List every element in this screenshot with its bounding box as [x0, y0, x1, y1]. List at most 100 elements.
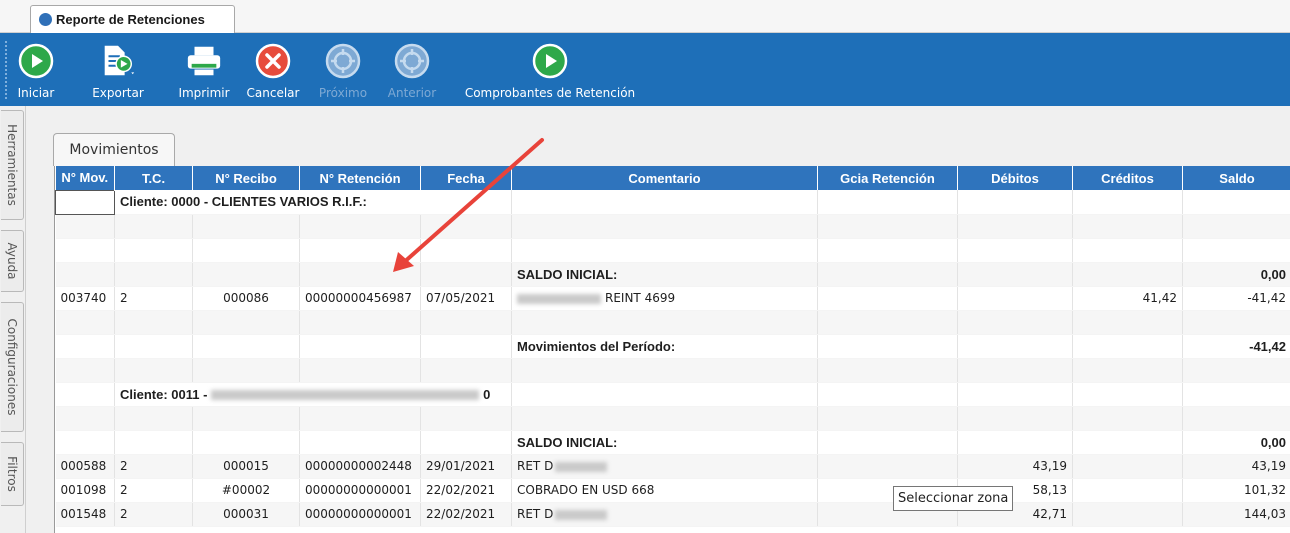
cancel-button[interactable]: Cancelar	[240, 33, 306, 106]
printer-icon	[185, 42, 223, 80]
toolbar: Iniciar Exportar Imprimir Cancelar Próxi	[0, 33, 1290, 106]
cell-creditos	[1072, 502, 1183, 527]
next-button[interactable]: Próximo	[311, 33, 375, 106]
print-button[interactable]: Imprimir	[172, 33, 236, 106]
cell-gcia	[817, 454, 958, 479]
column-header-fecha[interactable]: Fecha	[420, 166, 512, 190]
table-row[interactable]: 001098 2 #00002 00000000000001 22/02/202…	[55, 478, 1290, 503]
cancel-icon	[254, 42, 292, 80]
redacted-text	[211, 390, 480, 401]
cell-retencion: 00000000000001	[299, 478, 421, 503]
client-row[interactable]: Cliente: 0000 - CLIENTES VARIOS R.I.F.:	[55, 189, 1290, 215]
cell-saldo: 144,03	[1182, 502, 1290, 527]
sidebar-tab-ayuda[interactable]: Ayuda	[1, 230, 24, 292]
cell-mov: 001098	[55, 478, 115, 503]
table-row[interactable]: 001548 2 000031 00000000000001 22/02/202…	[55, 502, 1290, 527]
cell-fecha: 22/02/2021	[420, 478, 512, 503]
column-header-mov[interactable]: N° Mov.	[55, 166, 115, 190]
cell-recibo: 000015	[192, 454, 300, 479]
column-header-comentario[interactable]: Comentario	[511, 166, 818, 190]
summary-row[interactable]: SALDO INICIAL: 0,00	[55, 262, 1290, 287]
cell-gcia	[817, 286, 958, 311]
export-icon	[99, 42, 137, 80]
toolbar-grip[interactable]	[5, 41, 7, 99]
column-header-saldo[interactable]: Saldo	[1182, 166, 1290, 190]
column-header-retencion[interactable]: N° Retención	[299, 166, 421, 190]
tooltip: Seleccionar zona	[893, 486, 1014, 511]
redacted-text	[555, 509, 608, 520]
sidebar-tab-configuraciones[interactable]: Configuraciones	[1, 302, 24, 432]
play-icon	[17, 42, 55, 80]
cell-creditos	[1072, 454, 1183, 479]
table-row[interactable]: 003740 2 000086 00000000456987 07/05/202…	[55, 286, 1290, 311]
column-header-creditos[interactable]: Créditos	[1072, 166, 1183, 190]
summary-label: SALDO INICIAL:	[511, 262, 818, 287]
summary-saldo: 0,00	[1182, 262, 1290, 287]
cell-comentario: RET D	[511, 502, 818, 527]
client-label: Cliente: 0000 - CLIENTES VARIOS R.I.F.:	[114, 190, 512, 215]
summary-saldo: -41,42	[1182, 334, 1290, 359]
side-tab-bar: Herramientas Ayuda Configuraciones Filtr…	[0, 106, 26, 533]
column-header-gcia-retencion[interactable]: Gcia Retención	[817, 166, 958, 190]
window-tab[interactable]: Reporte de Retenciones	[30, 5, 235, 33]
cell-mov: 000588	[55, 454, 115, 479]
table-row[interactable]	[55, 406, 1290, 431]
window-tab-label: Reporte de Retenciones	[56, 12, 205, 27]
tab-movimientos[interactable]: Movimientos	[53, 133, 175, 166]
cell-fecha: 29/01/2021	[420, 454, 512, 479]
sidebar-tab-herramientas[interactable]: Herramientas	[1, 110, 24, 220]
redacted-text	[517, 293, 601, 304]
summary-label: SALDO INICIAL:	[511, 430, 818, 455]
previous-icon	[393, 42, 431, 80]
cell-creditos: 41,42	[1072, 286, 1183, 311]
cell-debitos	[957, 286, 1073, 311]
start-button[interactable]: Iniciar	[11, 33, 61, 106]
sidebar-tab-filtros[interactable]: Filtros	[1, 442, 24, 506]
cell-fecha: 07/05/2021	[420, 286, 512, 311]
summary-row[interactable]: Movimientos del Período: -41,42	[55, 334, 1290, 359]
export-button[interactable]: Exportar	[78, 33, 158, 106]
play-icon	[531, 42, 569, 80]
cell-saldo: -41,42	[1182, 286, 1290, 311]
table-row[interactable]	[55, 310, 1290, 335]
cell-retencion: 00000000456987	[299, 286, 421, 311]
cell-comentario: COBRADO EN USD 668	[511, 478, 818, 503]
cell-debitos: 43,19	[957, 454, 1073, 479]
cell-retencion: 00000000000001	[299, 502, 421, 527]
table-row[interactable]: 000588 2 000015 00000000002448 29/01/202…	[55, 454, 1290, 479]
movements-grid[interactable]: N° Mov. T.C. N° Recibo N° Retención Fech…	[54, 166, 1290, 533]
retention-vouchers-button[interactable]: Comprobantes de Retención	[453, 33, 647, 106]
cell-recibo: 000086	[192, 286, 300, 311]
column-header-recibo[interactable]: N° Recibo	[192, 166, 300, 190]
redacted-text	[555, 461, 608, 472]
summary-saldo: 0,00	[1182, 430, 1290, 455]
cell-tc: 2	[114, 502, 193, 527]
report-window: Reporte de Retenciones Iniciar Exportar …	[0, 0, 1290, 533]
summary-label: Movimientos del Período:	[511, 334, 818, 359]
cell-creditos	[1072, 478, 1183, 503]
cell-saldo: 43,19	[1182, 454, 1290, 479]
cell-tc: 2	[114, 478, 193, 503]
table-row[interactable]	[55, 214, 1290, 239]
window-tab-strip: Reporte de Retenciones	[0, 0, 1290, 33]
cell-comentario: RET D	[511, 454, 818, 479]
cell-recibo: #00002	[192, 478, 300, 503]
selected-cell[interactable]	[55, 189, 115, 215]
client-row[interactable]: Cliente: 0011 - 0	[55, 382, 1290, 407]
summary-row[interactable]: SALDO INICIAL: 0,00	[55, 430, 1290, 455]
column-header-debitos[interactable]: Débitos	[957, 166, 1073, 190]
table-row[interactable]	[55, 358, 1290, 383]
client-label: Cliente: 0011 - 0	[114, 382, 512, 407]
app-icon	[39, 13, 52, 26]
grid-header-row: N° Mov. T.C. N° Recibo N° Retención Fech…	[55, 166, 1290, 190]
cell-saldo: 101,32	[1182, 478, 1290, 503]
cell-recibo: 000031	[192, 502, 300, 527]
cell-mov: 001548	[55, 502, 115, 527]
table-row[interactable]	[55, 238, 1290, 263]
cell-mov: 003740	[55, 286, 115, 311]
cell-tc: 2	[114, 286, 193, 311]
column-header-tc[interactable]: T.C.	[114, 166, 193, 190]
cell-fecha: 22/02/2021	[420, 502, 512, 527]
cell-comentario: REINT 4699	[511, 286, 818, 311]
previous-button[interactable]: Anterior	[380, 33, 444, 106]
